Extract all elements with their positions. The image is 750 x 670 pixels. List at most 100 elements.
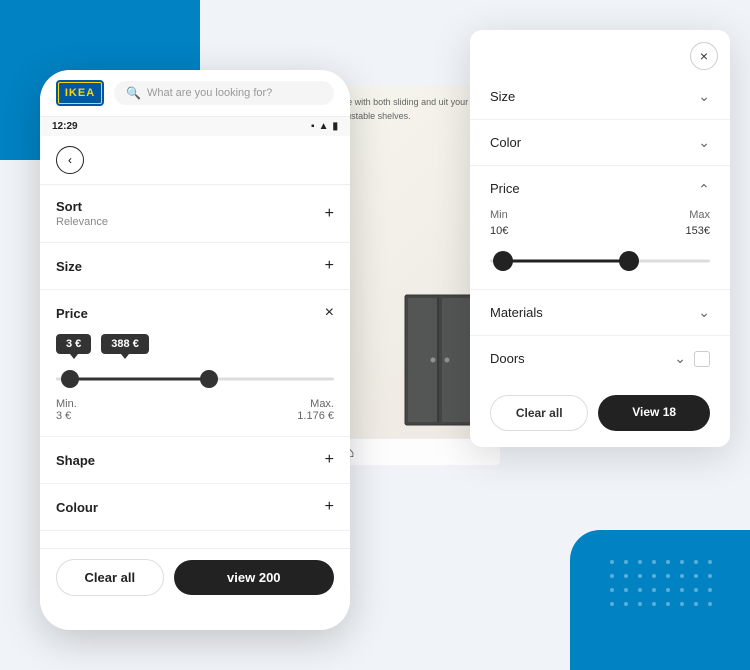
max-value: 153€: [686, 225, 710, 237]
price-min-label: Min.3 €: [56, 398, 77, 422]
desktop-materials-filter[interactable]: Materials ⌄: [470, 290, 730, 336]
dot: [708, 602, 712, 606]
dot: [610, 602, 614, 606]
range-track: [56, 378, 334, 381]
min-label: Min: [490, 209, 508, 221]
back-button[interactable]: ‹: [56, 146, 84, 174]
desktop-filter-modal: × Size ⌄ Color ⌄ Price ⌄ Min Max 10€ 153…: [470, 30, 730, 447]
chevron-down-icon: ⌄: [674, 350, 686, 367]
price-max-bubble: 388 €: [101, 334, 149, 354]
wardrobe-product-image: [400, 290, 480, 435]
plus-icon: +: [325, 451, 334, 469]
bg-bottom-decoration: [570, 530, 750, 670]
max-label: Max: [689, 209, 710, 221]
dot: [652, 560, 656, 564]
shape-label: Shape: [56, 453, 95, 468]
plus-icon: +: [325, 205, 334, 223]
price-bubbles: 3 € 388 €: [56, 334, 334, 354]
dot: [652, 588, 656, 592]
desktop-close-button[interactable]: ×: [690, 42, 718, 70]
price-min-bubble: 3 €: [56, 334, 91, 354]
dot: [666, 560, 670, 564]
sort-label: Sort: [56, 199, 108, 214]
dot: [694, 560, 698, 564]
desktop-range-fill: [503, 260, 628, 263]
dots-grid: [610, 560, 730, 612]
status-bar: 12:29 ▪ ▲ ▮: [40, 117, 350, 136]
status-time: 12:29: [52, 121, 78, 132]
ikea-header: IKEA 🔍 What are you looking for?: [40, 70, 350, 117]
mobile-phone-frame: IKEA 🔍 What are you looking for? 12:29 ▪…: [40, 70, 350, 630]
mobile-view-button[interactable]: view 200: [174, 560, 334, 595]
dot: [666, 574, 670, 578]
desktop-materials-label: Materials: [490, 305, 543, 320]
colour-label: Colour: [56, 500, 98, 515]
desktop-price-section: Price ⌄ Min Max 10€ 153€: [470, 166, 730, 290]
status-icons: ▪ ▲ ▮: [311, 121, 338, 132]
desktop-price-slider[interactable]: [490, 247, 710, 275]
desktop-color-filter[interactable]: Color ⌄: [470, 120, 730, 166]
dot: [694, 602, 698, 606]
dot: [694, 574, 698, 578]
range-thumb-min[interactable]: [61, 370, 79, 388]
desktop-range-track: [490, 260, 710, 263]
range-thumb-max[interactable]: [200, 370, 218, 388]
colour-filter-row[interactable]: Colour +: [40, 484, 350, 531]
mobile-bottom-bar: Clear all view 200: [40, 548, 350, 606]
plus-icon: +: [325, 498, 334, 516]
desktop-clear-all-button[interactable]: Clear all: [490, 395, 588, 431]
desktop-size-filter[interactable]: Size ⌄: [470, 74, 730, 120]
price-minmax: Min.3 € Max.1.176 €: [56, 398, 334, 422]
desktop-price-label: Price: [490, 181, 520, 196]
wifi-icon: ▲: [319, 121, 329, 132]
desktop-doors-filter[interactable]: Doors ⌄: [470, 336, 730, 381]
desktop-thumb-max[interactable]: [619, 251, 639, 271]
chevron-down-icon: ⌄: [698, 304, 710, 321]
dot: [610, 560, 614, 564]
dot: [610, 574, 614, 578]
dot: [666, 602, 670, 606]
desktop-view-button[interactable]: View 18: [598, 395, 710, 431]
wardrobe-svg: [400, 290, 480, 430]
dot: [638, 602, 642, 606]
filter-panel-header: ‹: [40, 136, 350, 185]
dot: [652, 574, 656, 578]
min-value: 10€: [490, 225, 508, 237]
size-label: Size: [56, 259, 82, 274]
desktop-thumb-min[interactable]: [493, 251, 513, 271]
desktop-price-header: Price ⌄: [490, 180, 710, 197]
price-range-slider[interactable]: [56, 364, 334, 394]
sort-sub: Relevance: [56, 216, 108, 228]
search-placeholder-text: What are you looking for?: [147, 87, 272, 99]
dot: [638, 574, 642, 578]
doors-right: ⌄: [674, 350, 710, 367]
size-filter-row[interactable]: Size +: [40, 243, 350, 290]
dot: [708, 560, 712, 564]
chevron-up-icon: ⌄: [698, 180, 710, 197]
price-header: Price ×: [56, 304, 334, 322]
minmax-labels: Min Max: [490, 209, 710, 221]
desktop-filter-actions: Clear all View 18: [470, 381, 730, 431]
ikea-logo-border: [58, 82, 102, 104]
desktop-color-label: Color: [490, 135, 521, 150]
shape-filter-row[interactable]: Shape +: [40, 437, 350, 484]
price-max-label: Max.1.176 €: [297, 398, 334, 422]
search-bar[interactable]: 🔍 What are you looking for?: [114, 81, 334, 105]
mobile-clear-all-button[interactable]: Clear all: [56, 559, 164, 596]
minmax-values: 10€ 153€: [490, 225, 710, 237]
dot: [708, 574, 712, 578]
dot: [652, 602, 656, 606]
dot: [708, 588, 712, 592]
search-icon: 🔍: [126, 86, 141, 100]
dot: [610, 588, 614, 592]
plus-icon: +: [325, 257, 334, 275]
sort-filter-row[interactable]: Sort Relevance +: [40, 185, 350, 243]
dot: [680, 560, 684, 564]
dot: [694, 588, 698, 592]
price-label: Price: [56, 306, 88, 321]
close-price-icon[interactable]: ×: [325, 304, 334, 322]
chevron-down-icon: ⌄: [698, 134, 710, 151]
signal-icon: ▪: [311, 121, 315, 132]
doors-checkbox[interactable]: [694, 351, 710, 367]
dot: [680, 574, 684, 578]
